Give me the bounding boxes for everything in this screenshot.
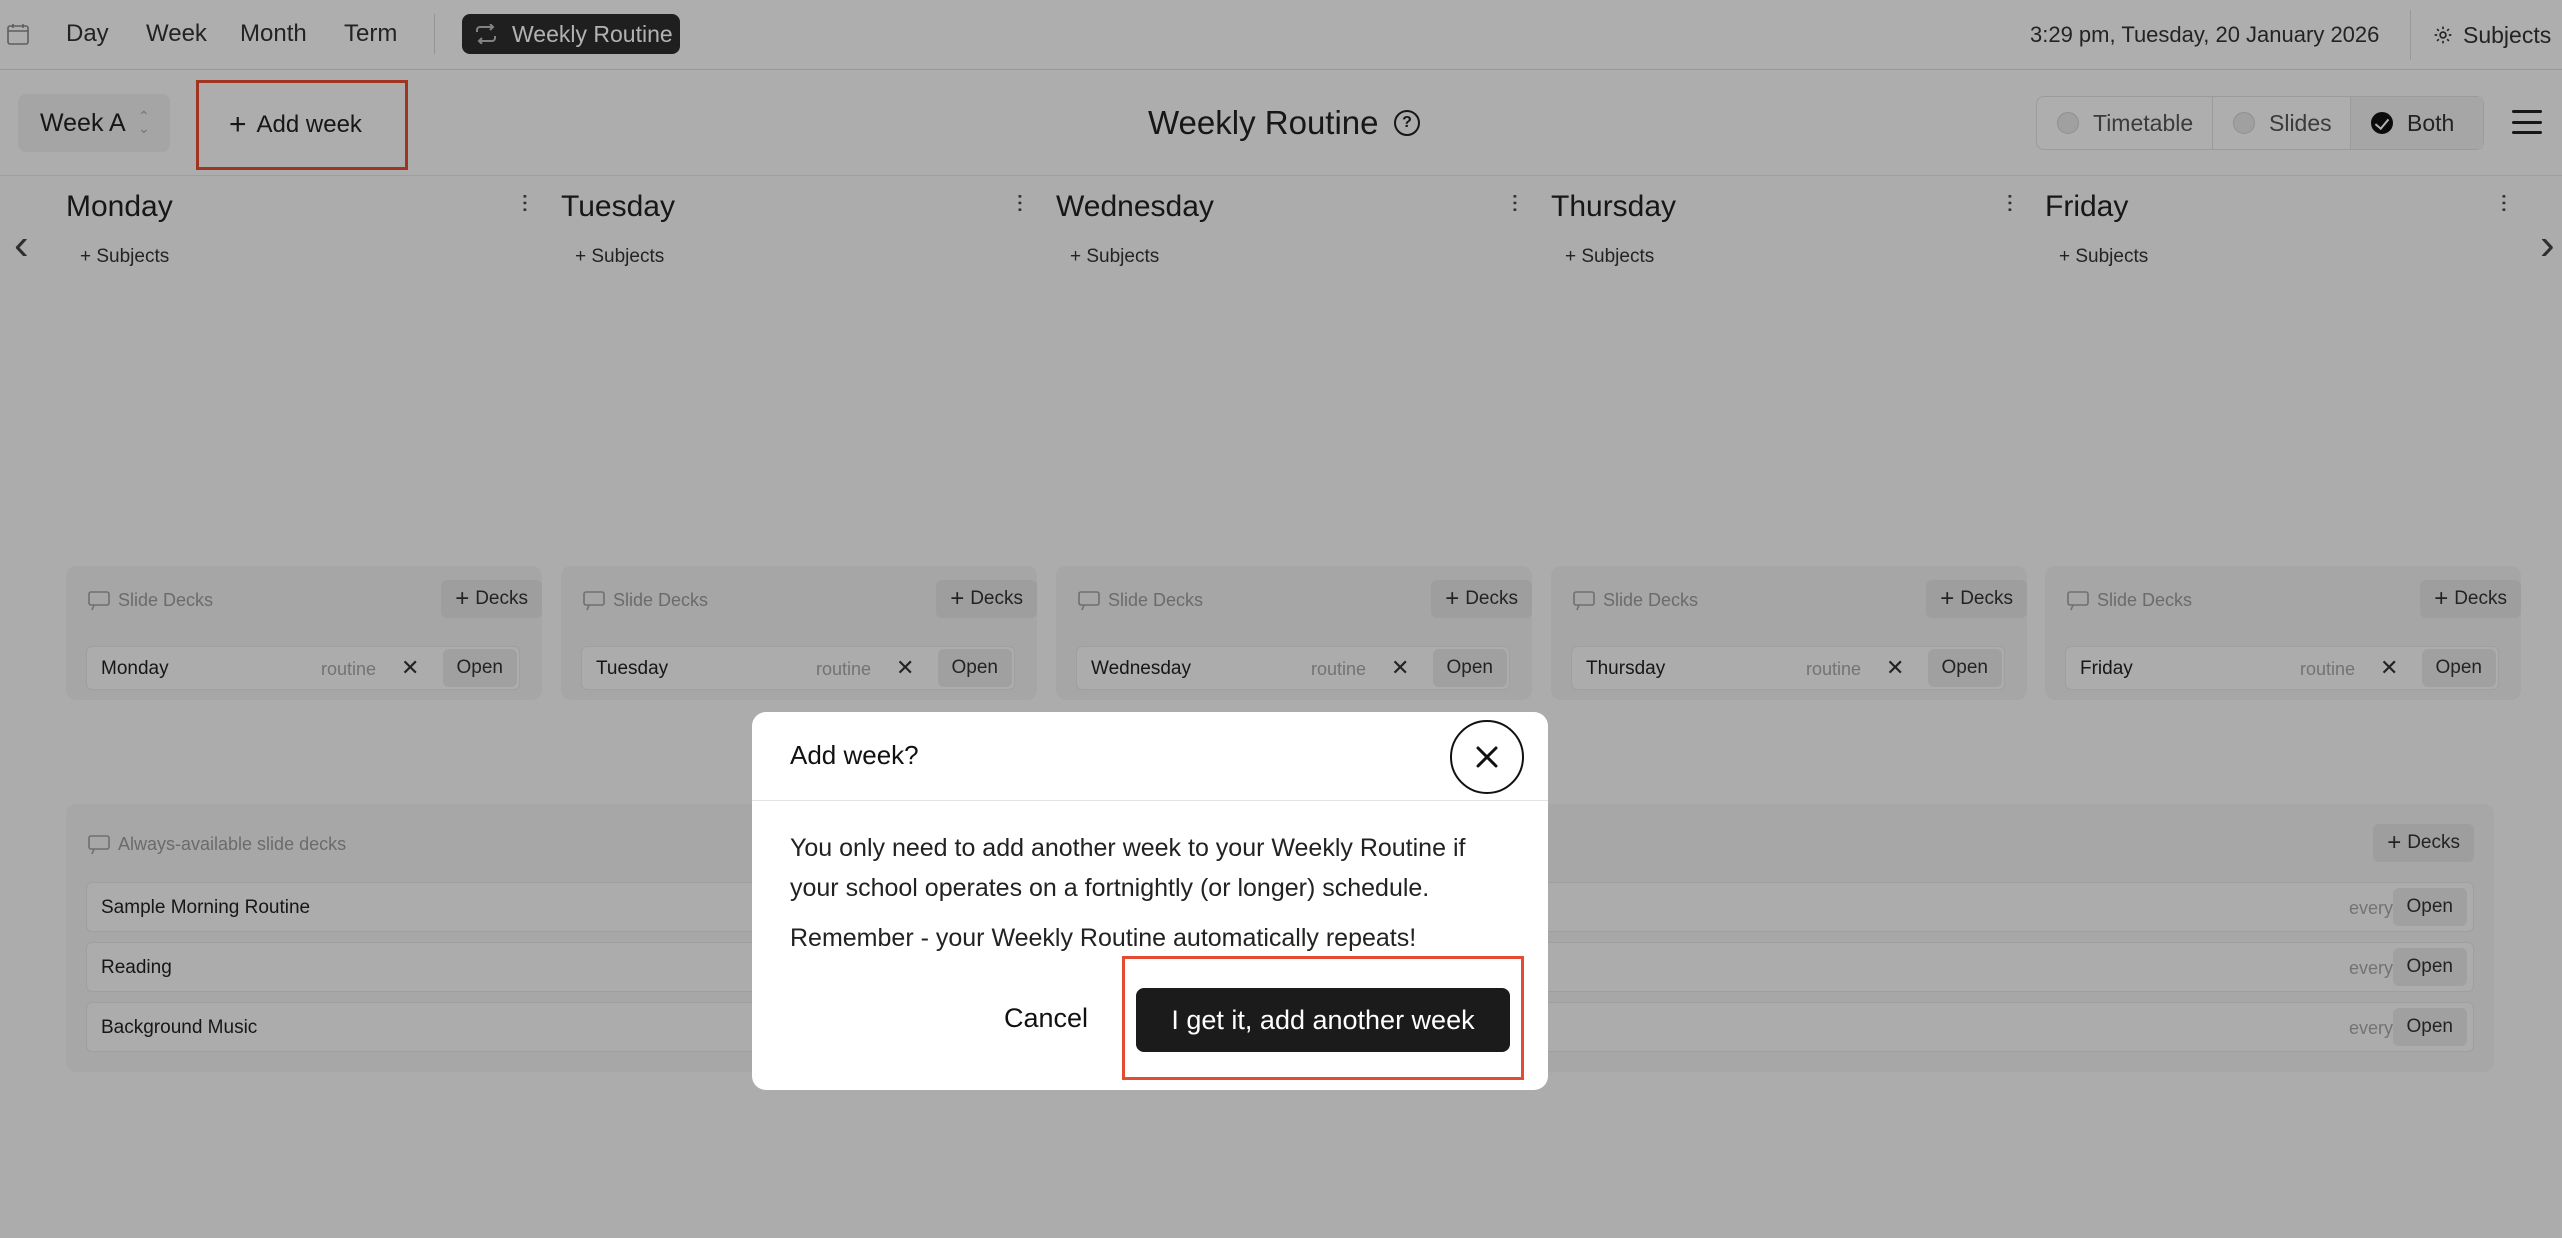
- confirm-add-week-button[interactable]: I get it, add another week: [1136, 988, 1510, 1052]
- dialog-reminder: Remember - your Weekly Routine automatic…: [790, 924, 1417, 952]
- close-icon[interactable]: [1450, 720, 1524, 794]
- add-week-dialog: Add week? You only need to add another w…: [752, 712, 1548, 1090]
- dialog-message: You only need to add another week to you…: [790, 834, 1466, 902]
- dialog-divider: [752, 800, 1548, 801]
- dialog-title: Add week?: [790, 740, 919, 770]
- cancel-button[interactable]: Cancel: [1004, 1003, 1088, 1034]
